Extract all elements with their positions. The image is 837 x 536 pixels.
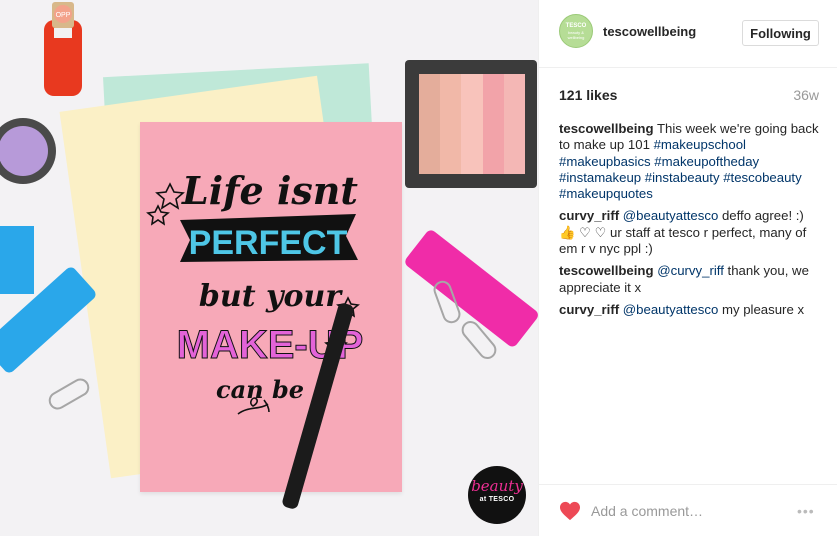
comment-username[interactable]: tescowellbeing [559,121,654,136]
caption: tescowellbeing This week we're going bac… [559,121,821,202]
blush-compact [405,60,537,188]
avatar[interactable]: TESCO beauty & wellbeing [559,14,593,48]
card-line-2: PERFECT [189,224,348,262]
card-line-5: can be [216,375,304,404]
post-meta: 121 likes 36w [559,87,819,105]
post-age[interactable]: 36w [793,87,819,103]
list-item: curvy_riff @beautyattesco deffo agree! :… [559,208,821,257]
beauty-at-tesco-logo: beauty at TESCO [468,466,526,524]
add-comment-input[interactable] [591,501,781,521]
post-author-username[interactable]: tescowellbeing [603,24,696,39]
comment-list: tescowellbeing This week we're going bac… [559,121,821,324]
svg-text:OPP: OPP [56,12,71,19]
comment-mention[interactable]: @beautyattesco [623,208,719,223]
more-options-icon[interactable]: ••• [797,504,815,518]
comment-mention[interactable]: @beautyattesco [623,302,719,317]
post-header: TESCO beauty & wellbeing tescowellbeing … [539,0,837,68]
heart-icon[interactable] [559,501,581,521]
following-button[interactable]: Following [742,20,819,46]
nail-polish-bottle: OPP [26,0,104,100]
comment-text: my pleasure x [721,301,805,317]
comment-username[interactable]: tescowellbeing [559,263,654,278]
comment-mention[interactable]: @curvy_riff [657,263,724,278]
card-line-1: Life isnt [181,168,358,213]
post-image[interactable]: OPP Life isnt PERFECT but your MAKE-UP c… [0,0,538,536]
likes-count[interactable]: 121 likes [559,87,617,103]
post-sidebar: TESCO beauty & wellbeing tescowellbeing … [538,0,837,536]
blue-highlighter-cap [0,226,34,294]
card-line-3: but your [199,279,343,314]
paperclip [45,375,93,413]
comment-username[interactable]: curvy_riff [559,302,619,317]
comment-username[interactable]: curvy_riff [559,208,619,223]
list-item: tescowellbeing @curvy_riff thank you, we… [559,263,821,296]
quote-card: Life isnt PERFECT but your MAKE-UP can b… [140,122,402,492]
post-footer: ••• [539,484,837,536]
eyeshadow-pot [0,118,56,184]
list-item: curvy_riff @beautyattesco my pleasure x [559,302,821,318]
